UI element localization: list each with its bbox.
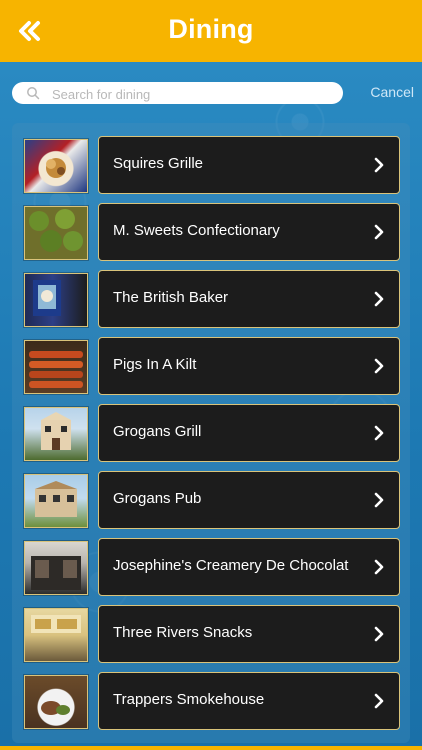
list-item: M. Sweets Confectionary: [12, 203, 410, 270]
list-item: Three Rivers Snacks: [12, 605, 410, 672]
list-item: Pigs In A Kilt: [12, 337, 410, 404]
food-thumbnail: [24, 206, 88, 260]
search-input[interactable]: [50, 82, 339, 106]
dining-item-three-rivers-snacks[interactable]: Three Rivers Snacks: [98, 605, 400, 663]
search-icon: [27, 87, 40, 100]
food-thumbnail: [24, 541, 88, 595]
food-thumbnail: [24, 340, 88, 394]
item-label: The British Baker: [113, 289, 229, 306]
chevron-right-icon: [374, 693, 384, 709]
chevron-right-icon: [374, 157, 384, 173]
chevron-right-icon: [374, 559, 384, 575]
item-label: Squires Grille: [113, 155, 204, 172]
dining-item-josephines-creamery[interactable]: Josephine's Creamery De Chocolat: [98, 538, 400, 596]
chevron-right-icon: [374, 224, 384, 240]
food-thumbnail: [24, 273, 88, 327]
item-label: Josephine's Creamery De Chocolat: [113, 557, 349, 574]
search-bar: [12, 82, 343, 106]
food-thumbnail: [24, 407, 88, 461]
page-title: Dining: [168, 14, 254, 44]
food-thumbnail: [24, 675, 88, 729]
item-label: Three Rivers Snacks: [113, 624, 253, 641]
item-label: Grogans Pub: [113, 490, 202, 507]
chevron-right-icon: [374, 626, 384, 642]
chevron-right-icon: [374, 492, 384, 508]
dining-item-pigs-in-a-kilt[interactable]: Pigs In A Kilt: [98, 337, 400, 395]
bottom-bar: [0, 746, 422, 750]
list-item: Squires Grille: [12, 136, 410, 203]
chevron-right-icon: [374, 358, 384, 374]
item-label: Pigs In A Kilt: [113, 356, 197, 373]
item-label: M. Sweets Confectionary: [113, 222, 280, 239]
dining-item-squires-grille[interactable]: Squires Grille: [98, 136, 400, 194]
header: Dining: [0, 0, 422, 62]
list-item: Grogans Pub: [12, 471, 410, 538]
dining-item-the-british-baker[interactable]: The British Baker: [98, 270, 400, 328]
cancel-button[interactable]: Cancel: [370, 84, 414, 100]
list-item: Josephine's Creamery De Chocolat: [12, 538, 410, 605]
list-item: Grogans Grill: [12, 404, 410, 471]
item-label: Grogans Grill: [113, 423, 202, 440]
item-label: Trappers Smokehouse: [113, 691, 265, 708]
chevron-right-icon: [374, 425, 384, 441]
food-thumbnail: [24, 608, 88, 662]
dining-item-grogans-pub[interactable]: Grogans Pub: [98, 471, 400, 529]
dining-item-m-sweets-confectionary[interactable]: M. Sweets Confectionary: [98, 203, 400, 261]
food-thumbnail: [24, 139, 88, 193]
food-thumbnail: [24, 474, 88, 528]
list-item: The British Baker: [12, 270, 410, 337]
dining-item-trappers-smokehouse[interactable]: Trappers Smokehouse: [98, 672, 400, 730]
chevron-right-icon: [374, 291, 384, 307]
dining-item-grogans-grill[interactable]: Grogans Grill: [98, 404, 400, 462]
list-item: Trappers Smokehouse: [12, 672, 410, 739]
